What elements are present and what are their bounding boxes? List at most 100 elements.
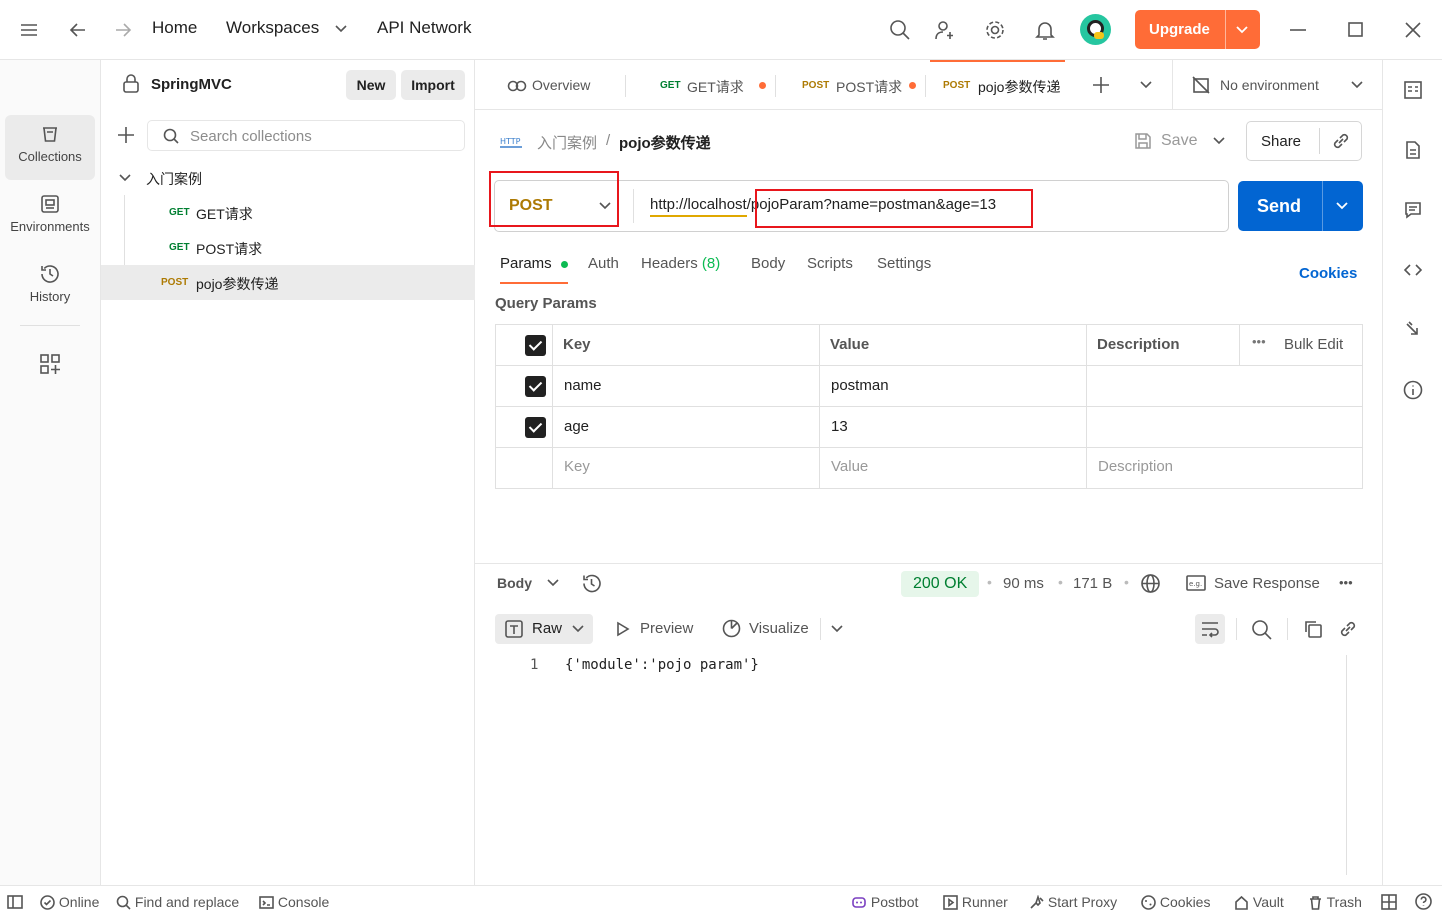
rail-history[interactable]: History: [5, 255, 95, 319]
tab-post-request[interactable]: POST POST请求: [802, 60, 920, 110]
copy-icon[interactable]: [1303, 619, 1323, 639]
help-icon[interactable]: [1415, 893, 1432, 910]
rail-environments[interactable]: Environments: [5, 185, 95, 249]
network-globe-icon[interactable]: [1140, 573, 1161, 594]
layout-grid-icon[interactable]: [1381, 894, 1397, 910]
chevron-down-icon[interactable]: [831, 624, 843, 634]
send-button[interactable]: Send: [1238, 181, 1363, 231]
search-icon[interactable]: [1251, 619, 1272, 640]
import-button[interactable]: Import: [401, 70, 465, 100]
settings-gear-icon[interactable]: [984, 19, 1006, 41]
link-icon[interactable]: [1338, 619, 1358, 639]
add-apps-icon[interactable]: [39, 353, 61, 375]
api-documentation-icon[interactable]: [1403, 80, 1423, 100]
response-body-tab[interactable]: Body: [497, 575, 532, 591]
response-body-content[interactable]: {'module':'pojo param'}: [565, 657, 759, 673]
console-button[interactable]: Console: [259, 894, 329, 910]
toggle-sidebar-icon[interactable]: [7, 894, 23, 910]
code-icon[interactable]: [1403, 260, 1423, 280]
chevron-down-icon[interactable]: [1336, 201, 1348, 211]
chevron-down-icon[interactable]: [119, 173, 131, 183]
back-arrow-icon[interactable]: [68, 20, 88, 40]
tree-item-selected[interactable]: POST pojo参数传递: [101, 265, 475, 300]
nav-home[interactable]: Home: [152, 18, 197, 38]
raw-view-select[interactable]: Raw: [495, 614, 593, 644]
save-response-button[interactable]: e.g. Save Response: [1186, 572, 1326, 596]
param-checkbox[interactable]: [525, 417, 546, 438]
response-history-icon[interactable]: [581, 573, 602, 594]
search-collections-input[interactable]: Search collections: [147, 120, 465, 151]
postbot-button[interactable]: Postbot: [851, 894, 918, 910]
chevron-down-icon[interactable]: [1213, 136, 1225, 146]
bulk-edit-button[interactable]: Bulk Edit: [1284, 336, 1343, 353]
chevron-down-icon[interactable]: [547, 578, 559, 588]
minimize-window-icon[interactable]: [1289, 20, 1307, 40]
close-window-icon[interactable]: [1404, 21, 1422, 39]
param-value[interactable]: postman: [831, 377, 889, 394]
related-collections-icon[interactable]: [1403, 320, 1423, 340]
new-description-input[interactable]: Description: [1098, 458, 1173, 475]
vault-button[interactable]: Vault: [1234, 894, 1284, 910]
nav-api-network[interactable]: API Network: [377, 18, 471, 38]
info-icon[interactable]: [1403, 380, 1423, 400]
more-options-icon[interactable]: •••: [1252, 334, 1266, 349]
chevron-down-icon[interactable]: [1140, 80, 1152, 90]
preview-button[interactable]: Preview: [615, 617, 705, 641]
status-badge[interactable]: 200 OK: [901, 571, 979, 597]
tree-folder[interactable]: 入门案例: [101, 160, 475, 195]
tab-body[interactable]: Body: [751, 255, 785, 272]
breadcrumb-current[interactable]: pojo参数传递: [619, 132, 711, 153]
tree-item[interactable]: GET GET请求: [101, 195, 475, 230]
maximize-window-icon[interactable]: [1347, 21, 1365, 39]
tab-overview[interactable]: Overview: [505, 60, 625, 110]
param-key[interactable]: name: [564, 377, 602, 394]
cookies-button[interactable]: Cookies: [1141, 894, 1210, 910]
response-time[interactable]: 90 ms: [1003, 575, 1044, 592]
editor-scrollbar-track[interactable]: [1346, 655, 1347, 875]
tab-auth[interactable]: Auth: [588, 255, 619, 272]
add-collection-icon[interactable]: [117, 126, 135, 144]
nav-workspaces[interactable]: Workspaces: [226, 18, 319, 38]
tab-params[interactable]: Params: [500, 255, 568, 272]
find-and-replace[interactable]: Find and replace: [116, 894, 239, 910]
start-proxy-button[interactable]: Start Proxy: [1029, 894, 1117, 910]
new-tab-plus-icon[interactable]: [1092, 76, 1110, 94]
param-key[interactable]: age: [564, 418, 589, 435]
select-all-checkbox[interactable]: [525, 335, 546, 356]
save-button[interactable]: Save: [1131, 128, 1201, 154]
share-button[interactable]: Share: [1246, 121, 1362, 161]
tab-settings[interactable]: Settings: [877, 255, 931, 272]
environment-selector[interactable]: No environment: [1190, 60, 1370, 110]
notification-bell-icon[interactable]: [1034, 19, 1056, 41]
forward-arrow-icon[interactable]: [113, 20, 133, 40]
new-button[interactable]: New: [346, 70, 396, 100]
visualize-button[interactable]: Visualize: [721, 617, 816, 641]
invite-user-icon[interactable]: [934, 19, 956, 41]
menu-icon[interactable]: [20, 22, 38, 38]
param-value[interactable]: 13: [831, 418, 848, 435]
chevron-down-icon[interactable]: [1236, 25, 1248, 35]
param-checkbox[interactable]: [525, 376, 546, 397]
search-icon[interactable]: [889, 19, 911, 41]
rail-collections[interactable]: Collections: [5, 115, 95, 180]
upgrade-button[interactable]: Upgrade: [1135, 10, 1260, 49]
more-options-icon[interactable]: •••: [1339, 575, 1353, 590]
new-key-input[interactable]: Key: [564, 458, 590, 475]
response-size[interactable]: 171 B: [1073, 575, 1112, 592]
cookies-link[interactable]: Cookies: [1299, 265, 1357, 282]
tab-scripts[interactable]: Scripts: [807, 255, 853, 272]
wrap-lines-button[interactable]: [1195, 614, 1225, 644]
tab-get-request[interactable]: GET GET请求: [660, 60, 770, 110]
tab-pojo-active[interactable]: POST pojo参数传递: [930, 60, 1065, 110]
avatar[interactable]: [1080, 14, 1111, 45]
trash-button[interactable]: Trash: [1308, 894, 1362, 910]
document-icon[interactable]: [1403, 140, 1423, 160]
online-status[interactable]: Online: [40, 894, 99, 910]
tree-item[interactable]: GET POST请求: [101, 230, 475, 265]
runner-button[interactable]: Runner: [943, 894, 1008, 910]
new-value-input[interactable]: Value: [831, 458, 868, 475]
tab-headers[interactable]: Headers (8): [641, 255, 720, 272]
comments-icon[interactable]: [1403, 200, 1423, 220]
copy-link-icon[interactable]: [1331, 131, 1351, 151]
breadcrumb-parent[interactable]: 入门案例: [537, 132, 597, 153]
